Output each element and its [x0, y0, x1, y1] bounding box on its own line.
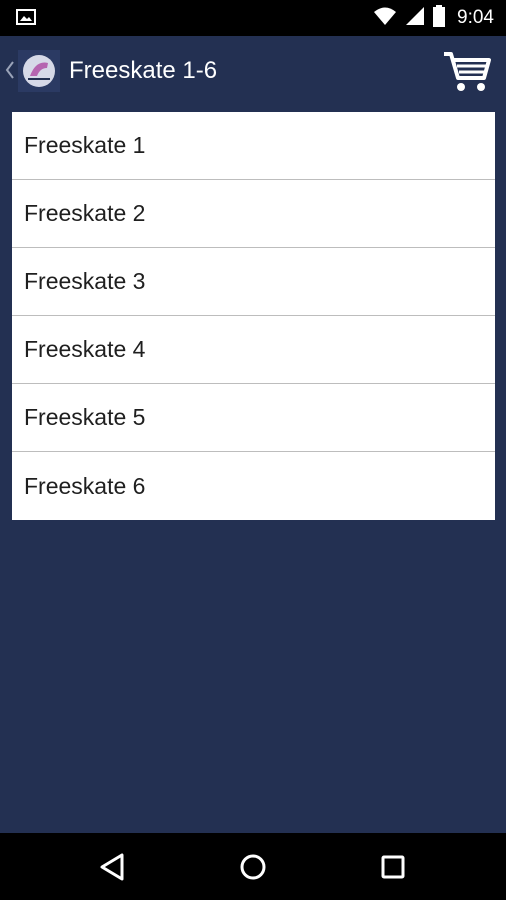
nav-back-button[interactable]: [94, 847, 134, 887]
list-item-freeskate-5[interactable]: Freeskate 5: [12, 384, 495, 452]
chevron-left-icon[interactable]: [4, 58, 16, 82]
list-item-freeskate-2[interactable]: Freeskate 2: [12, 180, 495, 248]
back-triangle-icon: [94, 853, 134, 891]
shopping-cart-icon: [442, 52, 492, 98]
battery-icon: [433, 4, 446, 32]
system-nav-bar: [0, 833, 506, 900]
list-item-label: Freeskate 4: [24, 336, 146, 362]
recents-square-icon: [373, 855, 413, 891]
nav-home-button[interactable]: [233, 847, 273, 887]
list-item-label: Freeskate 2: [24, 200, 146, 226]
list-item-label: Freeskate 5: [24, 404, 146, 430]
app-bar: Freeskate 1-6: [0, 36, 506, 106]
home-circle-icon: [233, 854, 273, 891]
list-item-freeskate-3[interactable]: Freeskate 3: [12, 248, 495, 316]
cart-button[interactable]: [442, 50, 492, 94]
status-icons: 9:04: [373, 0, 494, 36]
list-item-label: Freeskate 3: [24, 268, 146, 294]
status-time: 9:04: [457, 7, 494, 28]
list-item-freeskate-4[interactable]: Freeskate 4: [12, 316, 495, 384]
cellular-signal-icon: [405, 6, 425, 31]
status-bar: 9:04: [0, 0, 506, 36]
image-notification-icon: [16, 9, 36, 25]
list-item-freeskate-1[interactable]: Freeskate 1: [12, 112, 495, 180]
page-title: Freeskate 1-6: [69, 57, 218, 84]
freeskate-list: Freeskate 1 Freeskate 2 Freeskate 3 Free…: [12, 112, 495, 520]
nav-recents-button[interactable]: [373, 847, 413, 887]
list-item-label: Freeskate 6: [24, 472, 146, 499]
list-item-label: Freeskate 1: [24, 132, 146, 158]
skate-logo-icon[interactable]: [18, 50, 60, 92]
wifi-icon: [373, 6, 397, 31]
list-item-freeskate-6[interactable]: Freeskate 6: [12, 452, 495, 520]
